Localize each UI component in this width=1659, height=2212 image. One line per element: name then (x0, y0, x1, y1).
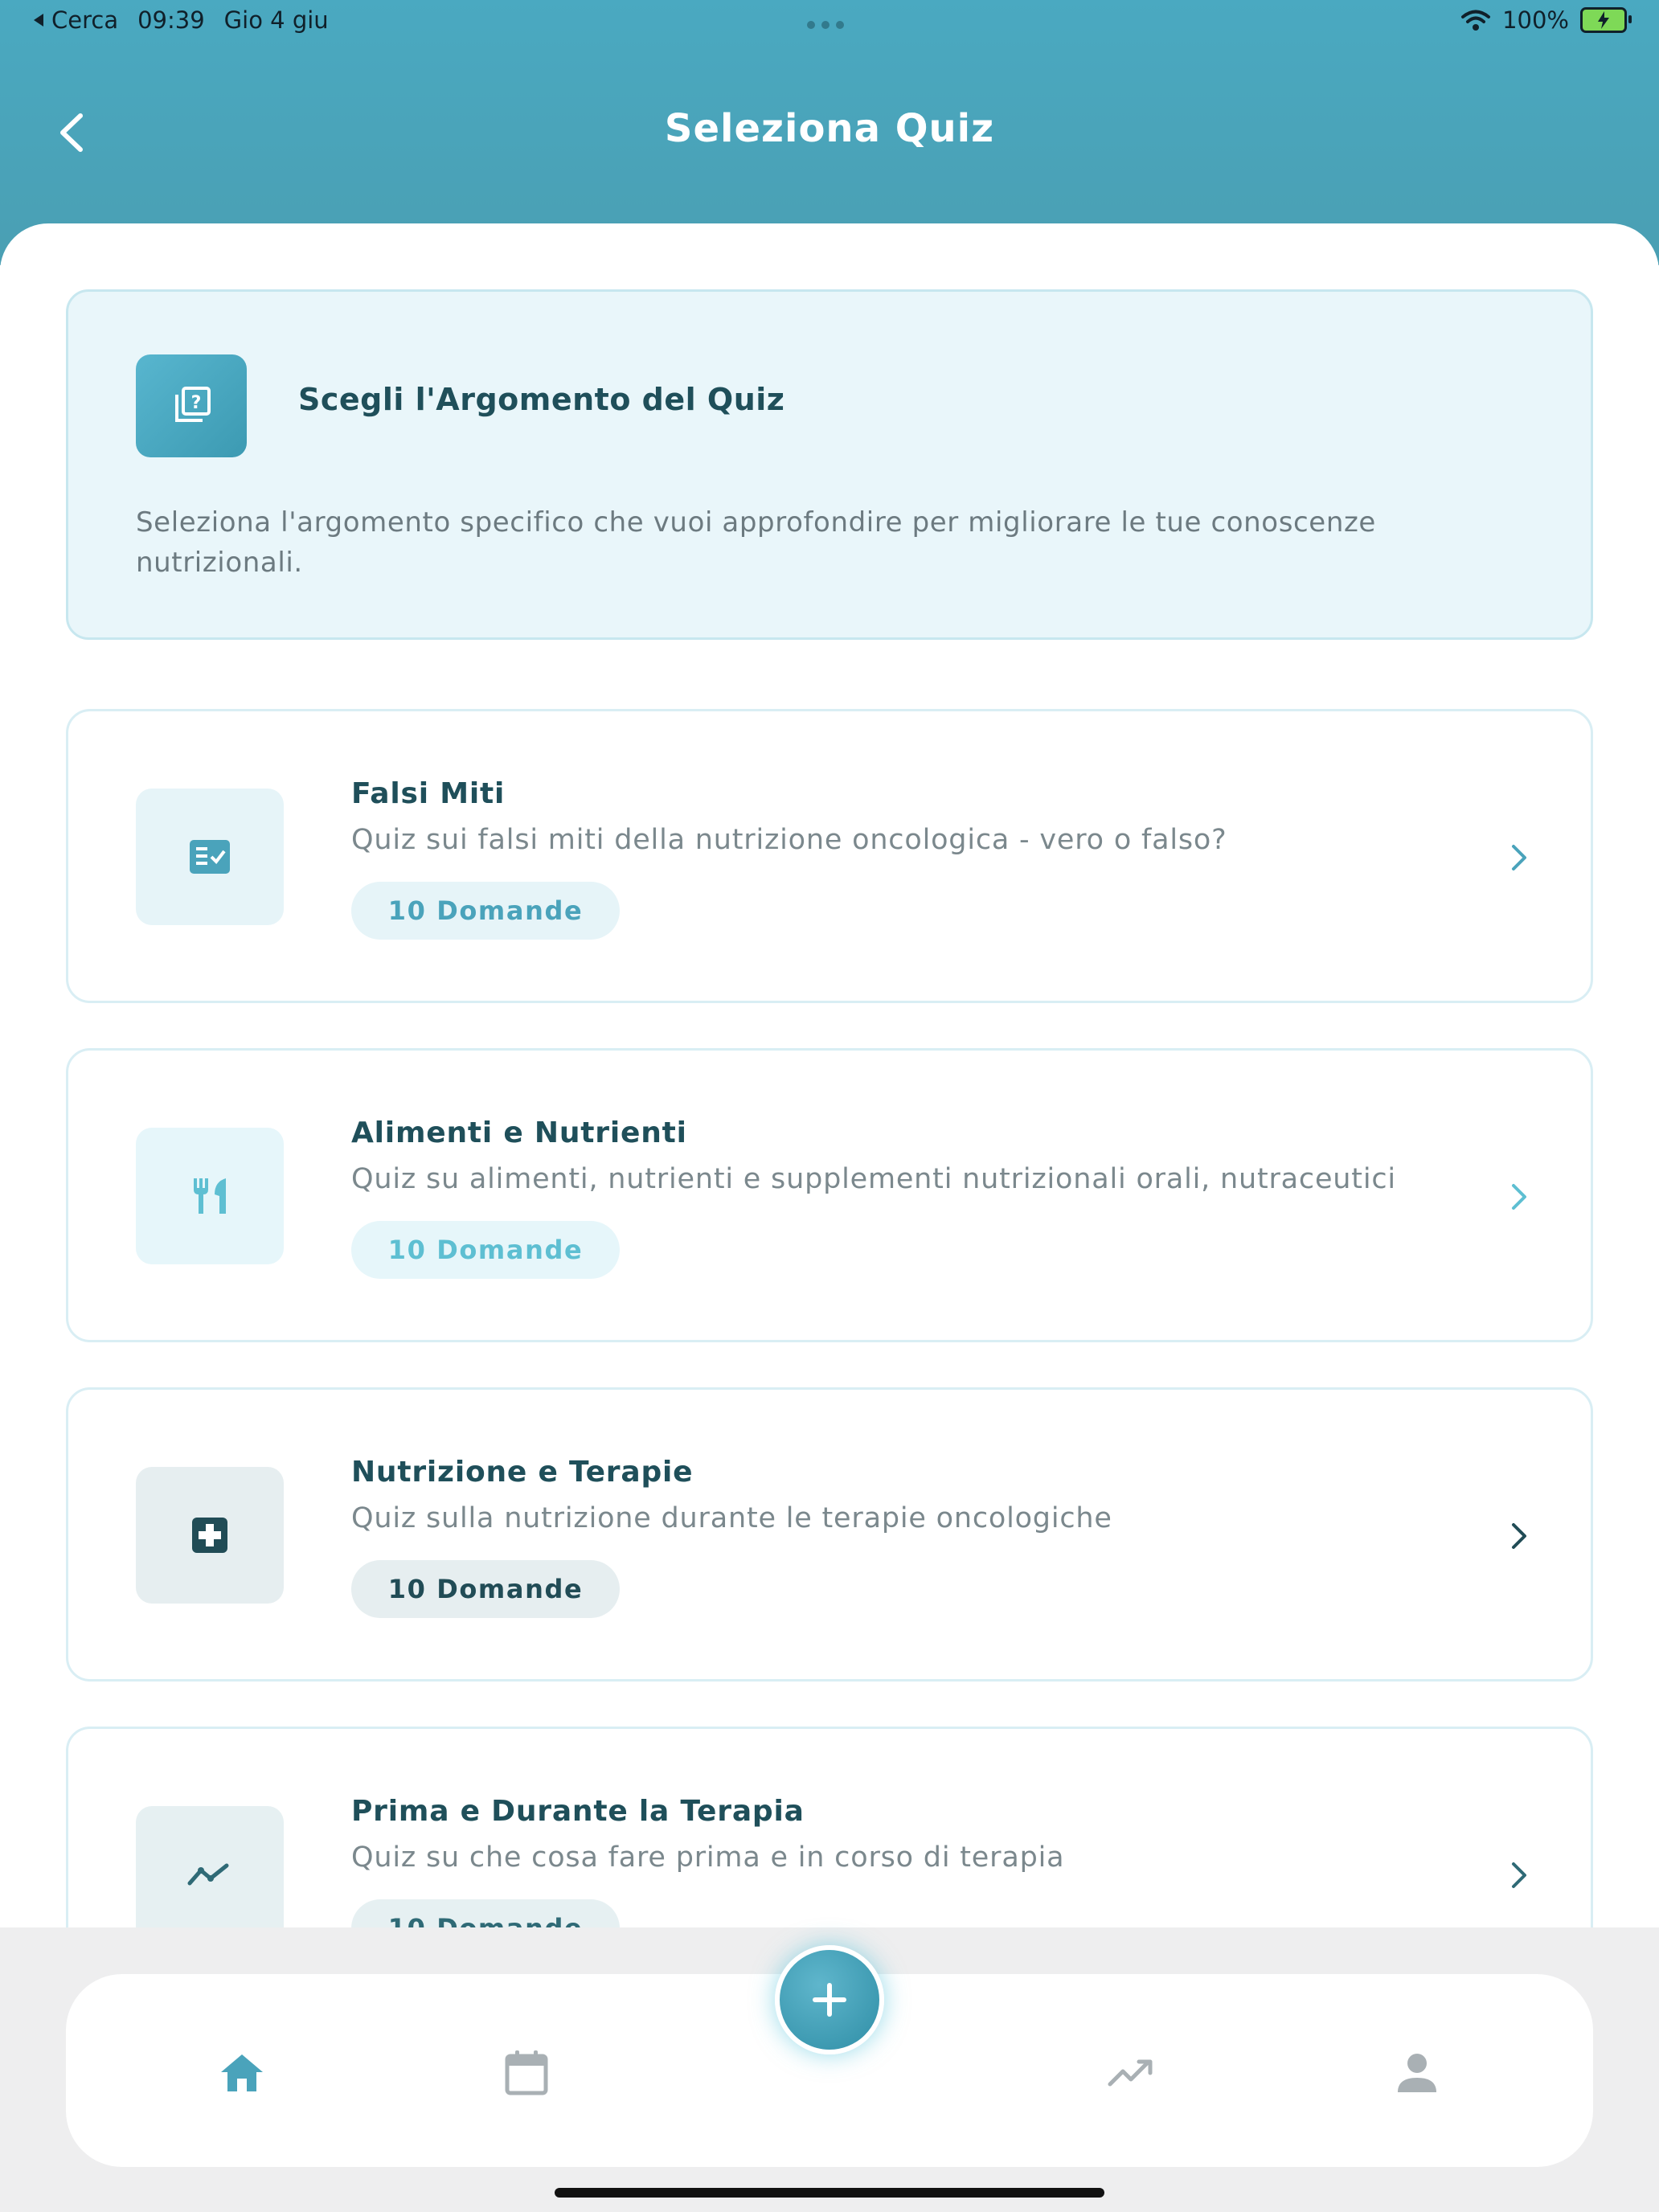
chevron-right-icon (1512, 1523, 1526, 1549)
chevron-right-icon (1512, 1862, 1526, 1888)
chevron-right-icon (1512, 1184, 1526, 1210)
nav-home-button[interactable] (214, 2045, 270, 2101)
svg-text:?: ? (191, 393, 202, 413)
medical-cross-icon (136, 1467, 284, 1604)
home-icon (221, 2054, 263, 2091)
quiz-title: Falsi Miti (351, 777, 506, 810)
status-bar: Cerca 09:39 Gio 4 giu 100% (0, 6, 1659, 39)
quiz-description: Quiz su alimenti, nutrienti e supplement… (351, 1163, 1396, 1195)
add-button[interactable] (775, 1945, 884, 2054)
calendar-icon (505, 2050, 548, 2095)
quiz-card-falsi-miti[interactable]: Falsi Miti Quiz sui falsi miti della nut… (66, 709, 1593, 1003)
status-time: 09:39 (137, 6, 205, 34)
quiz-title: Nutrizione e Terapie (351, 1456, 694, 1489)
quiz-description: Quiz sui falsi miti della nutrizione onc… (351, 824, 1227, 856)
intro-description: Seleziona l'argomento specifico che vuoi… (136, 506, 1376, 579)
multitasking-dots-icon[interactable] (807, 21, 844, 29)
back-app-label: Cerca (51, 6, 119, 34)
intro-title: Scegli l'Argomento del Quiz (298, 382, 785, 417)
battery-percentage: 100% (1502, 6, 1569, 34)
quiz-title: Prima e Durante la Terapia (351, 1795, 805, 1828)
quiz-card-nutrizione-terapie[interactable]: Nutrizione e Terapie Quiz sulla nutrizio… (66, 1387, 1593, 1682)
quiz-card-alimenti-nutrienti[interactable]: Alimenti e Nutrienti Quiz su alimenti, n… (66, 1048, 1593, 1342)
plus-icon (813, 1983, 846, 2017)
chevron-right-icon (1512, 845, 1526, 870)
nav-calendar-button[interactable] (498, 2045, 555, 2101)
profile-icon (1398, 2054, 1436, 2092)
status-date: Gio 4 giu (223, 6, 329, 34)
question-count-badge: 10 Domande (351, 1560, 620, 1618)
quiz-description: Quiz su che cosa fare prima e in corso d… (351, 1841, 1065, 1874)
home-indicator[interactable] (555, 2188, 1104, 2198)
charging-bolt-icon (1598, 11, 1609, 29)
checklist-icon (136, 789, 284, 925)
question-count-badge: 10 Domande (351, 882, 620, 940)
quiz-description: Quiz sulla nutrizione durante le terapie… (351, 1502, 1112, 1534)
nav-trending-button[interactable] (1103, 2045, 1159, 2101)
quiz-title: Alimenti e Nutrienti (351, 1116, 687, 1149)
intro-card: ? Scegli l'Argomento del Quiz Seleziona … (66, 289, 1593, 640)
question-count-badge: 10 Domande (351, 1221, 620, 1279)
battery-icon (1580, 7, 1632, 33)
trend-line-icon (136, 1806, 284, 1943)
page-title: Seleziona Quiz (664, 106, 995, 151)
wifi-icon (1461, 10, 1491, 31)
cutlery-icon (136, 1128, 284, 1264)
back-triangle-icon (34, 14, 43, 27)
back-to-app-link[interactable]: Cerca (32, 6, 118, 34)
quiz-question-icon: ? (136, 354, 247, 457)
nav-profile-button[interactable] (1389, 2045, 1445, 2101)
trending-icon (1108, 2059, 1153, 2087)
